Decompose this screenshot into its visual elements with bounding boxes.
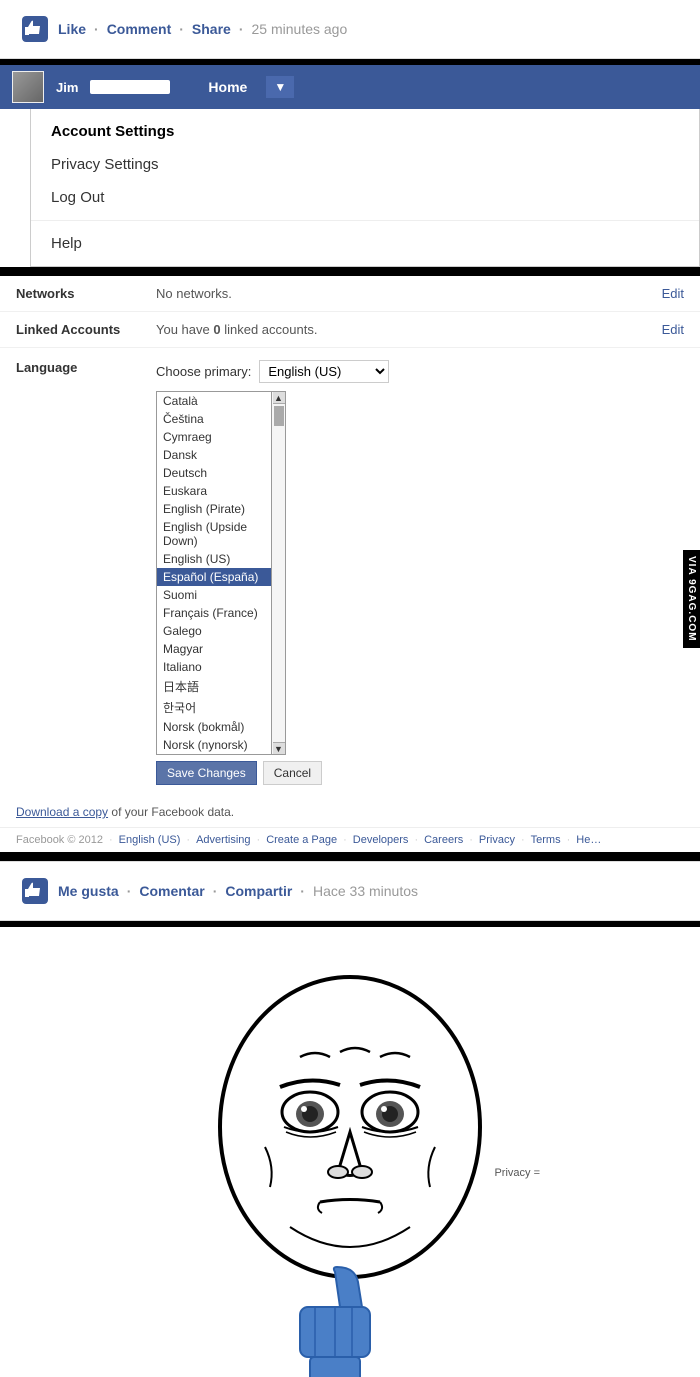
settings-section: Networks No networks. Edit Linked Accoun…: [0, 276, 700, 855]
fb-dropdown-button[interactable]: ▼: [265, 75, 295, 99]
lang-option-norsk-bokmal[interactable]: Norsk (bokmål): [157, 718, 271, 736]
fb-home-link[interactable]: Home: [208, 79, 247, 95]
lang-option-suomi[interactable]: Suomi: [157, 586, 271, 604]
dot3-bottom: ·: [300, 883, 305, 899]
networks-value: No networks.: [156, 286, 652, 301]
fb-footer: Facebook © 2012 · English (US) · Adverti…: [0, 827, 700, 852]
like-icon-bottom: [20, 876, 50, 906]
footer-privacy[interactable]: Privacy: [479, 834, 515, 846]
networks-row: Networks No networks. Edit: [0, 276, 700, 312]
avatar: [12, 71, 44, 103]
footer-help[interactable]: He…: [576, 834, 601, 846]
download-copy-link[interactable]: Download a copy: [16, 805, 108, 819]
lang-option-english-us[interactable]: English (US): [157, 550, 271, 568]
like-label-top[interactable]: Like: [58, 21, 86, 37]
footer-advertising[interactable]: Advertising: [196, 834, 250, 846]
fb-dropdown-menu: Account Settings Privacy Settings Log Ou…: [30, 109, 700, 267]
download-copy-suffix: of your Facebook data.: [108, 805, 234, 819]
scrollbar-thumb[interactable]: [274, 406, 284, 426]
comment-label-bottom[interactable]: Comentar: [139, 883, 204, 899]
time-bottom: Hace 33 minutos: [313, 883, 418, 899]
lang-option-pirate[interactable]: English (Pirate): [157, 500, 271, 518]
time-top: 25 minutes ago: [252, 21, 348, 37]
like-icon-top: [20, 14, 50, 44]
networks-label: Networks: [16, 286, 156, 301]
lang-option-korean[interactable]: 한국어: [157, 697, 271, 718]
footer-copyright: Facebook © 2012: [16, 834, 103, 846]
choose-primary-text: Choose primary:: [156, 364, 251, 379]
share-label-bottom[interactable]: Compartir: [225, 883, 292, 899]
lang-option-catala[interactable]: Català: [157, 392, 271, 410]
language-select-input[interactable]: English (US): [259, 360, 389, 383]
lang-option-italiano[interactable]: Italiano: [157, 658, 271, 676]
scrollbar-up-arrow[interactable]: ▲: [273, 392, 285, 404]
language-list[interactable]: Català Čeština Cymraeg Dansk Deutsch Eus…: [156, 391, 272, 755]
footer-create-page[interactable]: Create a Page: [266, 834, 337, 846]
linked-accounts-edit[interactable]: Edit: [662, 322, 684, 337]
meme-face-svg: [180, 957, 520, 1377]
avatar-image: [13, 72, 43, 102]
footer-terms[interactable]: Terms: [531, 834, 561, 846]
fb-username: Jim: [56, 80, 78, 95]
menu-item-privacy-settings[interactable]: Privacy Settings: [31, 148, 699, 181]
dot1-bottom: ·: [127, 883, 132, 899]
footer-developers[interactable]: Developers: [353, 834, 409, 846]
linked-accounts-value: You have 0 linked accounts.: [156, 322, 652, 337]
lang-option-upside-down[interactable]: English (Upside Down): [157, 518, 271, 550]
like-bar-top: Like · Comment · Share · 25 minutes ago: [0, 0, 700, 59]
menu-item-help[interactable]: Help: [31, 227, 699, 260]
dot1-top: ·: [94, 21, 99, 37]
fb-nav-section: Jim Home ▼ Account Settings Privacy Sett…: [0, 65, 700, 270]
lang-option-norsk-nynorsk[interactable]: Norsk (nynorsk): [157, 736, 271, 754]
dot2-top: ·: [179, 21, 184, 37]
lang-option-magyar[interactable]: Magyar: [157, 640, 271, 658]
download-copy-row: Download a copy of your Facebook data.: [0, 797, 700, 827]
choose-primary-line: Choose primary: English (US): [156, 360, 684, 383]
language-controls: Choose primary: English (US) Català Češt…: [156, 360, 684, 785]
save-cancel-line: Save Changes Cancel: [156, 761, 684, 785]
menu-item-account-settings[interactable]: Account Settings: [31, 115, 699, 148]
meme-section: Privacy =: [0, 927, 700, 1377]
scrollbar-track: ▲ ▼: [272, 391, 286, 755]
lang-option-deutsch[interactable]: Deutsch: [157, 464, 271, 482]
lang-option-japanese[interactable]: 日本語: [157, 676, 271, 697]
watermark: VIA 9GAG.COM: [683, 550, 700, 648]
privacy-equals-label: Privacy =: [494, 1167, 540, 1179]
dot2-bottom: ·: [213, 883, 218, 899]
lang-option-francais[interactable]: Français (France): [157, 604, 271, 622]
fb-username-blurred: [90, 80, 170, 94]
like-label-bottom[interactable]: Me gusta: [58, 883, 119, 899]
lang-option-cestina[interactable]: Čeština: [157, 410, 271, 428]
cancel-button[interactable]: Cancel: [263, 761, 322, 785]
language-dropdown-container: Català Čeština Cymraeg Dansk Deutsch Eus…: [156, 391, 684, 755]
comment-label-top[interactable]: Comment: [107, 21, 172, 37]
lang-option-euskara[interactable]: Euskara: [157, 482, 271, 500]
dot3-top: ·: [239, 21, 244, 37]
fb-topbar: Jim Home ▼: [0, 65, 700, 109]
lang-option-cymraeg[interactable]: Cymraeg: [157, 428, 271, 446]
linked-accounts-row: Linked Accounts You have 0 linked accoun…: [0, 312, 700, 348]
lang-option-espanol-espana[interactable]: Español (España): [157, 568, 271, 586]
menu-item-log-out[interactable]: Log Out: [31, 181, 699, 214]
like-bar-bottom: Me gusta · Comentar · Compartir · Hace 3…: [0, 861, 700, 921]
language-row: Language Choose primary: English (US) Ca…: [0, 348, 700, 797]
menu-divider: [31, 220, 699, 221]
save-changes-button[interactable]: Save Changes: [156, 761, 257, 785]
networks-edit[interactable]: Edit: [662, 286, 684, 301]
lang-option-galego[interactable]: Galego: [157, 622, 271, 640]
share-label-top[interactable]: Share: [192, 21, 231, 37]
lang-option-dansk[interactable]: Dansk: [157, 446, 271, 464]
linked-accounts-label: Linked Accounts: [16, 322, 156, 337]
language-label: Language: [16, 360, 156, 375]
footer-english-us[interactable]: English (US): [119, 834, 181, 846]
footer-careers[interactable]: Careers: [424, 834, 463, 846]
scrollbar-down-arrow[interactable]: ▼: [273, 742, 285, 754]
